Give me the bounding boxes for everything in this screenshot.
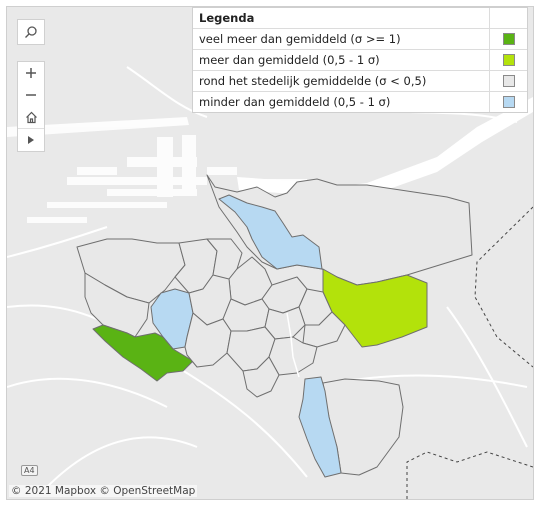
minus-icon [26,94,36,96]
legend-item-minder[interactable]: minder dan gemiddeld (0,5 - 1 σ) [193,91,527,112]
road-shield-a4: A4 [21,465,38,476]
zoom-out-button[interactable] [18,84,44,106]
map-search-tool[interactable] [17,19,45,45]
legend-swatch [502,54,515,66]
zoom-in-button[interactable] [18,62,44,84]
legend-header: Legenda [193,8,527,28]
legend-item-label: minder dan gemiddeld (0,5 - 1 σ) [193,92,490,112]
legend-item-rond[interactable]: rond het stedelijk gemiddelde (σ < 0,5) [193,70,527,91]
legend-swatch [502,96,515,108]
legend: Legenda veel meer dan gemiddeld (σ >= 1)… [192,7,528,113]
legend-item-veel-meer[interactable]: veel meer dan gemiddeld (σ >= 1) [193,28,527,49]
search-icon[interactable] [18,20,44,44]
play-icon [28,136,34,144]
home-button[interactable] [18,106,44,128]
play-button[interactable] [18,128,44,151]
map-attribution[interactable]: © 2021 Mapbox © OpenStreetMap [9,485,198,497]
map-nav-toolbar [17,61,45,152]
legend-item-label: veel meer dan gemiddeld (σ >= 1) [193,29,490,49]
legend-swatch [502,33,515,45]
map-frame: Legenda veel meer dan gemiddeld (σ >= 1)… [6,6,534,500]
home-icon [25,111,37,123]
legend-swatch [502,75,515,87]
legend-item-label: rond het stedelijk gemiddelde (σ < 0,5) [193,71,490,91]
legend-title: Legenda [193,8,490,28]
legend-item-meer[interactable]: meer dan gemiddeld (0,5 - 1 σ) [193,49,527,70]
legend-item-label: meer dan gemiddeld (0,5 - 1 σ) [193,50,490,70]
plus-icon [26,68,36,78]
